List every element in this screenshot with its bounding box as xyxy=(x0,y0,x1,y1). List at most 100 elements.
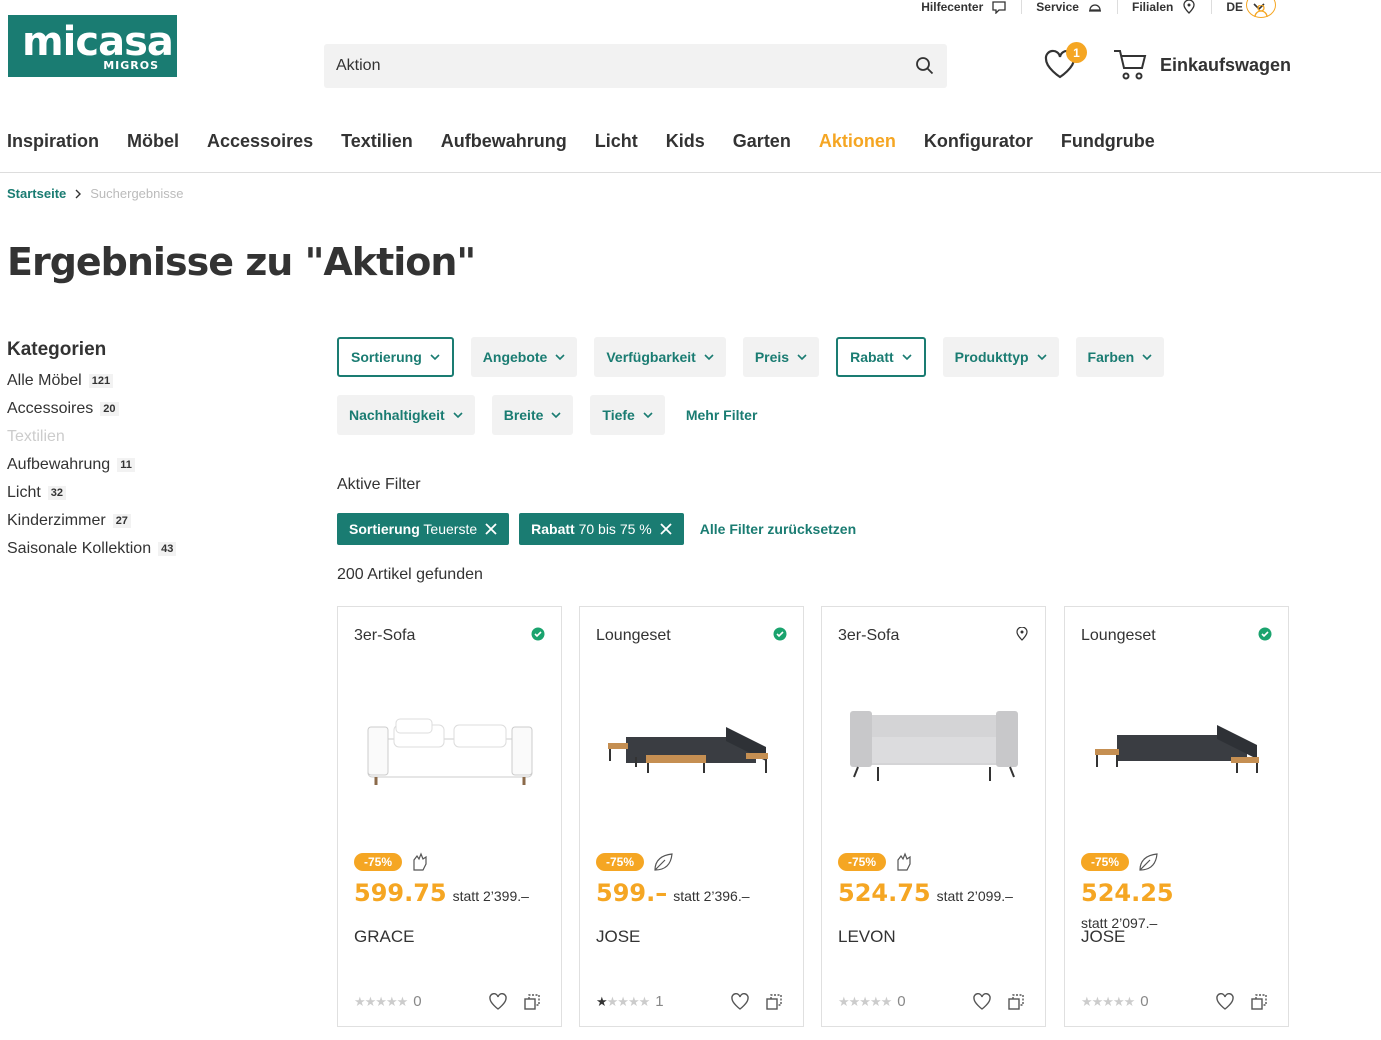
language-label: DE xyxy=(1226,0,1243,14)
rating-stars: ★★★★★ xyxy=(1081,993,1135,1009)
chevron-down-icon xyxy=(551,411,561,418)
category-count: 43 xyxy=(158,542,177,556)
wishlist-heart-icon[interactable] xyxy=(973,993,991,1011)
filter-tiefe[interactable]: Tiefe xyxy=(590,395,665,435)
wishlist-heart-icon[interactable] xyxy=(489,993,507,1011)
product-card[interactable]: 3er-Sofa -75% 524.75 statt 2’099.– LEVON … xyxy=(821,606,1046,1027)
nav-item-kids[interactable]: Kids xyxy=(666,131,705,152)
utility-hilfecenter-label: Hilfecenter xyxy=(921,0,984,14)
user-account-button[interactable] xyxy=(1246,0,1276,18)
category-count: 27 xyxy=(112,514,131,528)
nav-item-moebel[interactable]: Möbel xyxy=(127,131,179,152)
filter-nachhaltigkeit[interactable]: Nachhaltigkeit xyxy=(337,395,475,435)
filter-rabatt[interactable]: Rabatt xyxy=(836,337,926,377)
rating-stars: ★★★★★ xyxy=(838,993,892,1009)
price-block: 599.– statt 2’396.– xyxy=(596,879,796,910)
rating-count: 0 xyxy=(897,993,906,1010)
chevron-right-icon xyxy=(75,189,82,198)
price-block: 524.75 statt 2’099.– xyxy=(838,879,1038,910)
filter-farben[interactable]: Farben xyxy=(1075,337,1165,377)
chevron-down-icon xyxy=(430,353,440,360)
close-icon[interactable] xyxy=(485,523,497,535)
category-count: 20 xyxy=(100,402,119,416)
micasa-logo[interactable]: micasa MIGROS xyxy=(8,15,177,77)
discount-badge: -75% xyxy=(354,853,403,871)
filter-sortierung[interactable]: Sortierung xyxy=(337,337,454,377)
utility-service[interactable]: Service xyxy=(1021,0,1117,14)
rating-count: 0 xyxy=(413,993,422,1010)
active-filter-chip-sortierung[interactable]: Sortierung Teuerste xyxy=(337,513,510,545)
filter-preis[interactable]: Preis xyxy=(742,337,820,377)
rating: ★★★★★ 0 xyxy=(838,993,906,1010)
discount-badge: -75% xyxy=(596,853,645,871)
chevron-down-icon xyxy=(643,411,653,418)
product-image-lounge-dark-2 xyxy=(1095,725,1259,773)
wishlist-heart-icon[interactable] xyxy=(1216,993,1234,1011)
product-image-sofa-white xyxy=(367,718,533,785)
nav-item-garten[interactable]: Garten xyxy=(733,131,791,152)
category-item-aufbewahrung[interactable]: Aufbewahrung 11 xyxy=(7,451,176,479)
product-card[interactable]: Loungeset -75% 599.– statt 2’396.– JOSE ★… xyxy=(579,606,804,1027)
compare-icon[interactable] xyxy=(765,993,783,1011)
cart-icon xyxy=(1114,50,1147,80)
close-icon[interactable] xyxy=(660,523,672,535)
active-filter-chip-rabatt[interactable]: Rabatt 70 bis 75 % xyxy=(519,513,684,545)
filter-label: Rabatt xyxy=(850,349,894,365)
nav-item-konfigurator[interactable]: Konfigurator xyxy=(924,131,1033,152)
category-item-licht[interactable]: Licht 32 xyxy=(7,479,176,507)
filter-breite[interactable]: Breite xyxy=(491,395,574,435)
card-actions xyxy=(731,993,783,1011)
nav-item-inspiration[interactable]: Inspiration xyxy=(7,131,99,152)
search-icon[interactable] xyxy=(915,56,935,76)
filter-label: Sortierung xyxy=(351,349,422,365)
compare-icon[interactable] xyxy=(1007,993,1025,1011)
breadcrumb-home[interactable]: Startseite xyxy=(7,186,66,201)
available-check-icon xyxy=(773,627,787,641)
nav-item-licht[interactable]: Licht xyxy=(595,131,638,152)
breadcrumb: Startseite Suchergebnisse xyxy=(7,186,183,201)
wishlist-heart-icon[interactable] xyxy=(731,993,749,1011)
nav-item-aufbewahrung[interactable]: Aufbewahrung xyxy=(441,131,567,152)
compare-icon[interactable] xyxy=(1250,993,1268,1011)
original-price: statt 2’396.– xyxy=(673,888,750,904)
nav-item-aktionen[interactable]: Aktionen xyxy=(819,131,896,152)
filter-label: Breite xyxy=(503,407,544,423)
card-actions xyxy=(489,993,541,1011)
category-count: 11 xyxy=(117,458,135,472)
category-sidebar: Kategorien Alle Möbel 121 Accessoires 20 T… xyxy=(7,339,177,563)
utility-filialen[interactable]: Filialen xyxy=(1116,0,1211,14)
compare-icon[interactable] xyxy=(523,993,541,1011)
service-bell-icon xyxy=(1088,4,1101,12)
available-check-icon xyxy=(531,627,545,641)
product-card[interactable]: Loungeset -75% 524.25 statt 2’097.– JOSE … xyxy=(1064,606,1289,1027)
utility-hilfecenter[interactable]: Hilfecenter xyxy=(907,0,1021,14)
nav-item-fundgrube[interactable]: Fundgrube xyxy=(1061,131,1155,152)
rating-stars: ★★★★★ xyxy=(596,993,650,1009)
filter-label: Nachhaltigkeit xyxy=(349,407,445,423)
cart-label: Einkaufswagen xyxy=(1160,54,1292,75)
nav-item-textilien[interactable]: Textilien xyxy=(341,131,413,152)
category-item-accessoires[interactable]: Accessoires 20 xyxy=(7,395,176,423)
badges: -75% xyxy=(596,852,674,872)
filter-angebote[interactable]: Angebote xyxy=(470,337,578,377)
chevron-down-icon xyxy=(555,353,565,360)
category-item-saisonale-kollektion[interactable]: Saisonale Kollektion 43 xyxy=(7,535,177,563)
search-input[interactable] xyxy=(336,57,915,75)
cart-button[interactable]: Einkaufswagen xyxy=(1112,48,1291,82)
chevron-down-icon xyxy=(797,353,807,360)
category-item-alle-moebel[interactable]: Alle Möbel 121 xyxy=(7,367,176,395)
more-filters-button[interactable]: Mehr Filter xyxy=(682,395,762,435)
product-card[interactable]: 3er-Sofa -75% 599.75 statt 2’399.– GRACE … xyxy=(337,606,562,1027)
product-type: 3er-Sofa xyxy=(354,627,416,644)
filter-produkttyp[interactable]: Produkttyp xyxy=(942,337,1059,377)
original-price: statt 2’399.– xyxy=(452,888,529,904)
category-item-kinderzimmer[interactable]: Kinderzimmer 27 xyxy=(7,507,176,535)
utility-service-label: Service xyxy=(1036,0,1079,14)
reset-filters-link[interactable]: Alle Filter zurücksetzen xyxy=(700,521,856,537)
available-check-icon xyxy=(1258,627,1272,641)
card-actions xyxy=(973,993,1025,1011)
nav-item-accessoires[interactable]: Accessoires xyxy=(207,131,313,152)
product-type: Loungeset xyxy=(1081,627,1156,644)
filter-verfuegbarkeit[interactable]: Verfügbarkeit xyxy=(594,337,726,377)
active-filters-label: Aktive Filter xyxy=(337,476,421,493)
